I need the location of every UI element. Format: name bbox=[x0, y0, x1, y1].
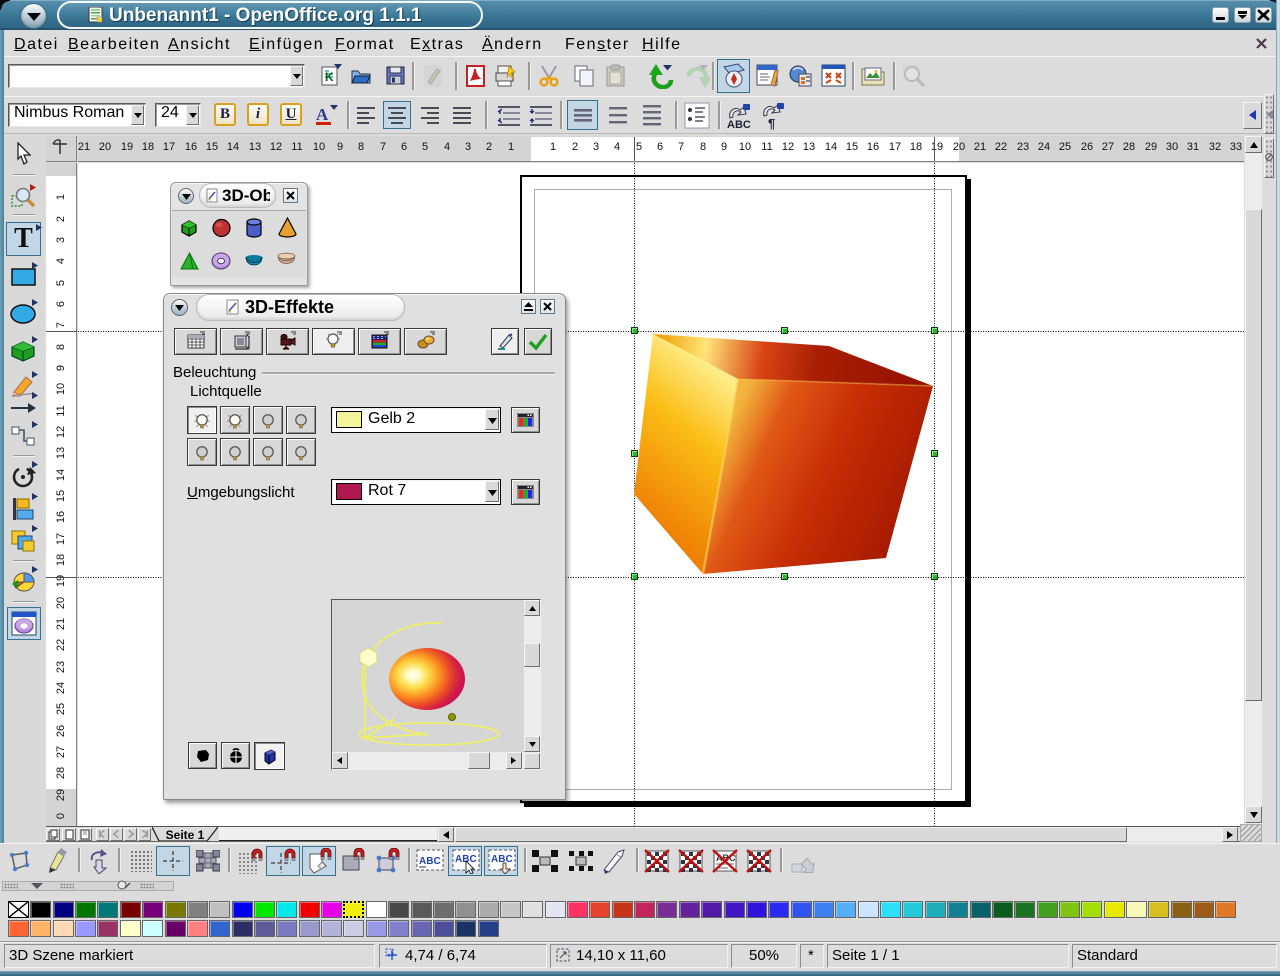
svg-text:A: A bbox=[316, 105, 329, 124]
svg-text:ABC: ABC bbox=[419, 856, 441, 867]
svg-text:¶: ¶ bbox=[768, 116, 775, 130]
svg-text:ABC: ABC bbox=[491, 854, 513, 865]
svg-text:ABC: ABC bbox=[727, 119, 751, 130]
svg-text:K: K bbox=[325, 70, 334, 84]
